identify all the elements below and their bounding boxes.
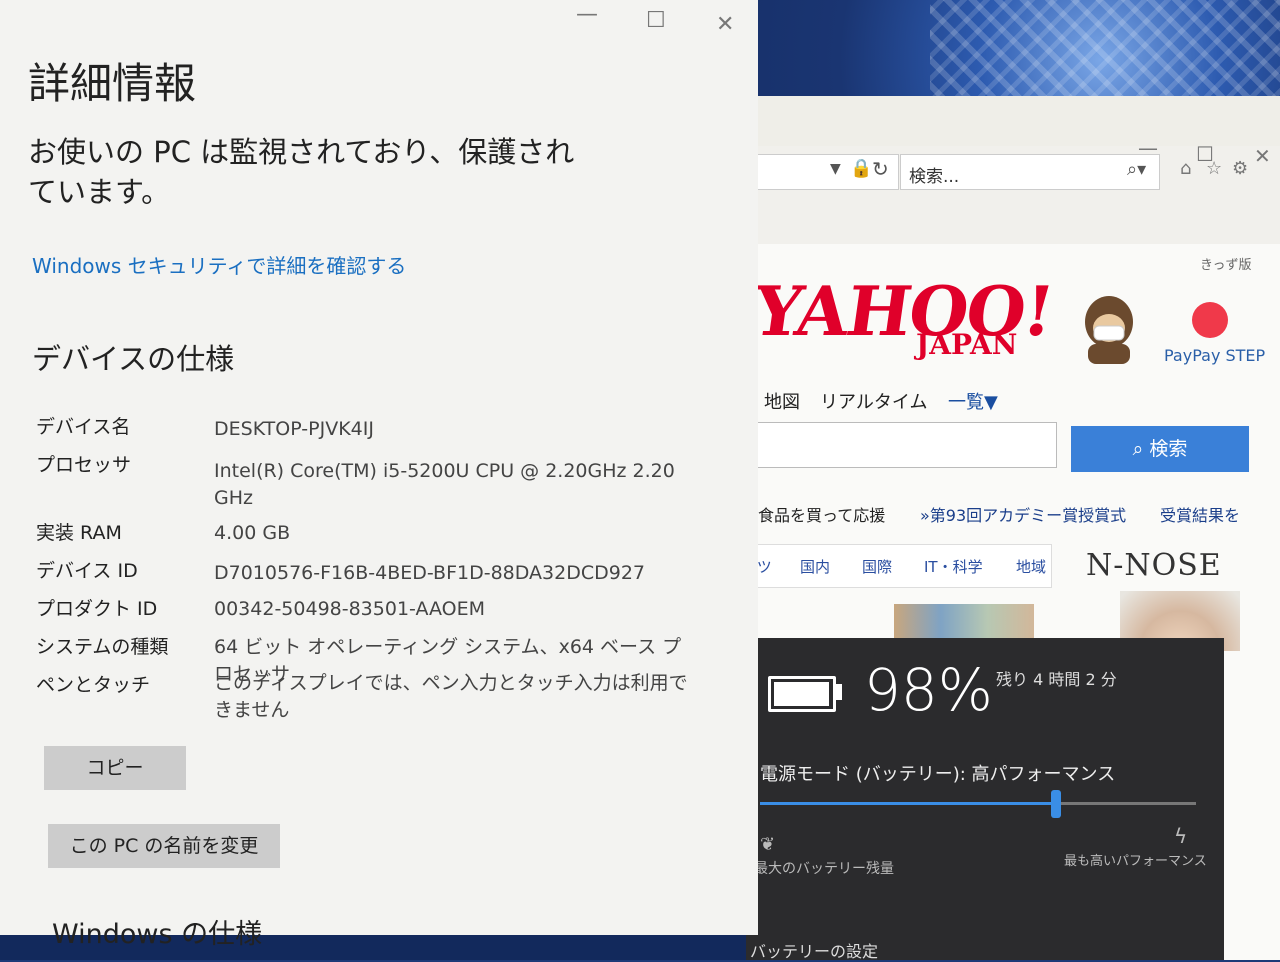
spec-value: このディスプレイでは、ペン入力とタッチ入力は利用できません <box>214 672 688 721</box>
favorites-star-icon[interactable]: ☆ <box>1206 158 1222 179</box>
power-mode-label: 電源モード (バッテリー): 高パフォーマンス <box>760 764 1116 785</box>
best-performance-label: 最も高いパフォーマンス <box>1064 854 1207 869</box>
power-mode-slider-fill <box>760 802 1057 805</box>
kids-version-link[interactable]: きっず版 <box>1200 254 1251 273</box>
news-thumbnail[interactable] <box>894 604 1034 640</box>
power-mode-slider-thumb[interactable] <box>1051 790 1062 818</box>
leaf-icon: ❦ <box>760 834 776 855</box>
nav-realtime[interactable]: リアルタイム <box>820 388 927 414</box>
tab-it-science[interactable]: IT・科学 <box>924 556 983 577</box>
spec-value: 4.00 GB <box>214 522 291 544</box>
maximize-icon[interactable]: ☐ <box>646 8 666 33</box>
gear-icon[interactable]: ⚙ <box>1232 158 1248 179</box>
yahoo-search-button[interactable]: ⌕ 検索 <box>1071 426 1249 472</box>
settings-about-window: — ☐ ✕ 詳細情報 お使いの PC は監視されており、保護されています。 Wi… <box>0 0 758 950</box>
battery-flyout: 98% 残り 4 時間 2 分 電源モード (バッテリー): 高パフォーマンス … <box>746 638 1224 962</box>
copy-button[interactable]: コピー <box>44 746 186 790</box>
spec-value: D7010576-F16B-4BED-BF1D-88DA32DCD927 <box>214 562 646 584</box>
minimize-icon[interactable]: — <box>576 2 598 27</box>
yahoo-logo-sub: JAPAN <box>916 328 1018 361</box>
battery-settings-link[interactable]: バッテリーの設定 <box>750 938 878 962</box>
news-link[interactable]: »第93回アカデミー賞授賞式 <box>920 502 1126 526</box>
close-icon[interactable]: ✕ <box>716 12 734 37</box>
news-link[interactable]: 受賞結果を <box>1160 502 1240 526</box>
rename-pc-button[interactable]: この PC の名前を変更 <box>48 824 280 868</box>
address-bar[interactable]: ▼ 🔒 ↻ <box>748 154 899 190</box>
search-icon[interactable]: ⌕▾ <box>1127 159 1146 180</box>
page-title: 詳細情報 <box>28 59 197 108</box>
lightning-icon: ϟ <box>1174 824 1188 848</box>
paypay-step-link[interactable]: PayPay STEP <box>1164 346 1265 365</box>
spec-label: システムの種類 <box>36 636 169 658</box>
protection-status: お使いの PC は監視されており、保護されています。 <box>28 135 575 209</box>
spec-value: DESKTOP-PJVK4IJ <box>214 418 374 440</box>
battery-remaining: 残り 4 時間 2 分 <box>996 670 1117 689</box>
battery-icon <box>768 676 836 712</box>
close-icon[interactable]: ✕ <box>1254 144 1271 168</box>
spec-label: プロセッサ <box>36 454 132 476</box>
paypay-icon[interactable] <box>1192 302 1228 338</box>
spec-label: デバイス名 <box>36 416 131 438</box>
spec-label: プロダクト ID <box>36 598 158 620</box>
windows-spec-heading: Windows の仕様 <box>52 919 263 950</box>
spec-value: Intel(R) Core(TM) i5-5200U CPU @ 2.20GHz… <box>214 460 675 509</box>
news-tabs <box>740 544 1052 588</box>
home-icon[interactable]: ⌂ <box>1180 158 1191 179</box>
nav-list[interactable]: 一覧▼ <box>948 388 998 414</box>
advertisement-title[interactable]: N-NOSE <box>1086 548 1222 583</box>
search-icon: ⌕ <box>1132 438 1144 460</box>
browser-titlebar <box>748 96 1280 146</box>
dropdown-icon[interactable]: ▼ <box>830 161 841 177</box>
tab-international[interactable]: 国際 <box>862 556 892 577</box>
news-link[interactable]: い食品を買って応援 <box>742 502 885 526</box>
battery-icon-nub <box>836 684 842 700</box>
yahoo-search-input[interactable] <box>748 422 1057 468</box>
search-button-label: 検索 <box>1149 438 1188 460</box>
device-spec-heading: デバイスの仕様 <box>32 342 235 376</box>
refresh-icon[interactable]: ↻ <box>872 157 889 181</box>
security-details-link[interactable]: Windows セキュリティで詳細を確認する <box>32 250 406 279</box>
tab-local[interactable]: 地域 <box>1016 556 1046 577</box>
nav-map[interactable]: 地図 <box>764 388 800 414</box>
spec-label: デバイス ID <box>36 560 138 582</box>
spec-label: ペンとタッチ <box>36 674 151 696</box>
battery-percent: 98% <box>864 656 993 724</box>
lock-icon: 🔒 <box>850 158 873 179</box>
spec-value: 00342-50498-83501-AAOEM <box>214 598 486 620</box>
mascot-monkey-icon <box>1085 296 1133 364</box>
tab-domestic[interactable]: 国内 <box>800 556 830 577</box>
browser-search-box[interactable]: 検索... ⌕▾ <box>900 154 1160 190</box>
battery-saver-label: 最大のバッテリー残量 <box>754 861 894 877</box>
spec-label: 実装 RAM <box>36 522 122 544</box>
search-placeholder: 検索... <box>909 167 960 187</box>
